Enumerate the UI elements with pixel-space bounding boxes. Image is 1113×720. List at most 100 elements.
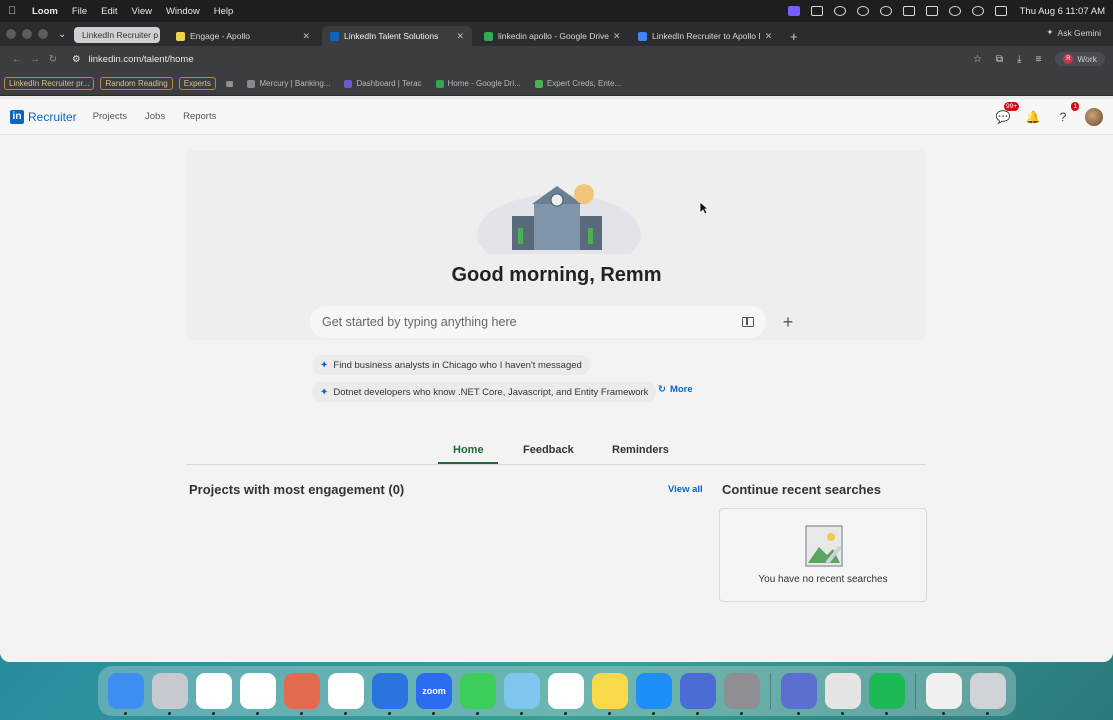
dock-spreadsheet-icon[interactable] (825, 673, 861, 715)
notifications-bell-icon[interactable]: 🔔 (1025, 109, 1041, 125)
profile-button[interactable]: R Work (1055, 52, 1105, 66)
dock-document-icon[interactable] (926, 673, 962, 715)
nav-projects[interactable]: Projects (93, 111, 127, 122)
ask-gemini-button[interactable]: ✦ Ask Gemini (1046, 27, 1101, 38)
close-tab-icon[interactable]: ✕ (761, 31, 773, 42)
reload-icon[interactable]: ↻ (44, 54, 62, 65)
layout-panel-icon[interactable] (742, 317, 754, 327)
tab-recruiter-to-apollo[interactable]: LinkedIn Recruiter to Apollo I ✕ (630, 26, 780, 46)
search-input[interactable]: Get started by typing anything here (310, 306, 766, 338)
control-center-icon[interactable] (994, 6, 1007, 16)
chatgpt-tray-icon[interactable] (856, 6, 869, 16)
bookmark-google-drive[interactable]: Home - Google Dri... (432, 78, 525, 89)
dock-reminders-icon[interactable] (548, 673, 584, 715)
bookmarks-bar: LinkedIn Recruiter pr... Random Reading … (0, 72, 1113, 96)
close-tab-icon[interactable]: ✕ (452, 31, 464, 42)
reading-list-icon[interactable]: ≡ (1035, 54, 1041, 65)
view-all-link[interactable]: View all (668, 484, 703, 495)
suggestion-chip-business-analysts[interactable]: ✦ Find business analysts in Chicago who … (312, 355, 590, 375)
download-icon[interactable]: ⤓ (1017, 54, 1021, 65)
dock-notes-icon[interactable] (592, 673, 628, 715)
bookmark-experts[interactable]: Experts (178, 77, 216, 90)
nav-jobs[interactable]: Jobs (145, 111, 165, 122)
dock-messages-icon[interactable] (460, 673, 496, 715)
add-button[interactable]: + (774, 308, 802, 336)
tab-home[interactable]: Home (453, 444, 484, 456)
battery-icon[interactable] (925, 6, 938, 16)
dock-chrome-icon[interactable] (196, 673, 232, 715)
menu-app-name[interactable]: Loom (32, 6, 58, 17)
messages-icon[interactable]: 💬 99+ (995, 101, 1019, 125)
tab-feedback[interactable]: Feedback (523, 444, 574, 456)
tab-linkedin-talent-solutions[interactable]: LinkedIn Talent Solutions ✕ (322, 26, 472, 46)
suggestion-chip-dotnet-developers[interactable]: ✦ Dotnet developers who know .NET Core, … (312, 382, 657, 402)
dock-slack-icon[interactable] (240, 673, 276, 715)
new-tab-button[interactable]: + (784, 26, 804, 46)
forward-arrow-icon[interactable]: → (26, 54, 44, 65)
close-tab-icon[interactable]: ✕ (609, 31, 621, 42)
bookmark-linkedin-recruiter[interactable]: LinkedIn Recruiter pr... (4, 77, 95, 90)
site-info-icon[interactable]: ⚙ (72, 54, 81, 65)
tab-reminders[interactable]: Reminders (612, 444, 669, 456)
screen-record-icon[interactable] (810, 6, 823, 16)
tab-google-drive[interactable]: linkedin apollo - Google Drive ✕ (476, 26, 626, 46)
apple-icon[interactable]:  (8, 5, 22, 17)
back-arrow-icon[interactable]: ← (8, 54, 26, 65)
linkedin-logo-icon: in (10, 109, 24, 124)
sheets-favicon-icon (534, 79, 543, 88)
tab-search-chevron-icon[interactable]: ⌄ (58, 22, 74, 46)
recruiter-logo[interactable]: in Recruiter (10, 109, 77, 124)
menu-view[interactable]: View (132, 6, 152, 17)
menu-help[interactable]: Help (214, 6, 234, 17)
bookmark-random-reading[interactable]: Random Reading (100, 77, 173, 90)
search-icon[interactable] (971, 6, 984, 16)
address-bar[interactable]: ⚙ linkedin.com/talent/home (72, 54, 194, 65)
mercury-favicon-icon (247, 79, 256, 88)
dock-spotify-icon[interactable] (869, 673, 905, 715)
dock-loom-icon[interactable] (781, 673, 817, 715)
running-indicator (388, 712, 391, 715)
zoom-window-button[interactable] (38, 29, 48, 39)
help-icon[interactable]: ? 1 (1055, 101, 1079, 125)
bookmark-mercury[interactable]: Mercury | Banking... (243, 78, 334, 89)
wifi-icon[interactable] (948, 6, 961, 16)
running-indicator (696, 712, 699, 715)
dock-app-store-icon[interactable] (636, 673, 672, 715)
extensions-icon[interactable]: ⧉ (996, 54, 1003, 65)
dock-claude-icon[interactable] (284, 673, 320, 715)
play-icon[interactable] (879, 6, 892, 16)
dock-launchpad-icon[interactable] (152, 673, 188, 715)
dock-maps-icon[interactable] (504, 673, 540, 715)
menu-edit[interactable]: Edit (101, 6, 117, 17)
building-illustration-icon (477, 184, 641, 254)
cloud-icon[interactable] (902, 6, 915, 16)
dock-zoom-icon[interactable]: zoom (416, 673, 452, 715)
menu-window[interactable]: Window (166, 6, 200, 17)
menubar-clock[interactable]: Thu Aug 6 11:07 AM (1020, 6, 1105, 17)
close-window-button[interactable] (6, 29, 16, 39)
tab-engage-apollo[interactable]: Engage - Apollo ✕ (168, 26, 318, 46)
bookmark-dashboard-terac[interactable]: Dashboard | Terac (340, 78, 425, 89)
dock-chatgpt-icon[interactable] (328, 673, 364, 715)
browser-window: ⌄ LinkedIn Recruiter p Engage - Apollo ✕… (0, 22, 1113, 662)
menu-file[interactable]: File (72, 6, 87, 17)
perplexity-tray-icon[interactable] (833, 6, 846, 16)
dock-finder-icon[interactable] (108, 673, 144, 715)
bookmark-expert-creds[interactable]: Expert Creds, Ente... (531, 78, 625, 89)
more-suggestions-button[interactable]: ↻ More (658, 384, 693, 395)
running-indicator (432, 712, 435, 715)
dock-system-settings-icon[interactable] (724, 673, 760, 715)
dock-iphone-mirroring-icon[interactable] (680, 673, 716, 715)
loom-tray-icon[interactable] (787, 6, 800, 16)
apps-grid-icon[interactable]: ▦ (222, 78, 238, 89)
dock-trash-icon[interactable] (970, 673, 1006, 715)
user-avatar[interactable] (1085, 107, 1103, 126)
bookmark-star-icon[interactable]: ☆ (973, 54, 982, 65)
tab-pinned-linkedin-recruiter[interactable]: LinkedIn Recruiter p (74, 27, 160, 43)
dock-perplexity-icon[interactable] (372, 673, 408, 715)
running-indicator (740, 712, 743, 715)
minimize-window-button[interactable] (22, 29, 32, 39)
tab-label: LinkedIn Recruiter to Apollo I (652, 31, 761, 41)
nav-reports[interactable]: Reports (183, 111, 216, 122)
close-tab-icon[interactable]: ✕ (298, 31, 310, 42)
